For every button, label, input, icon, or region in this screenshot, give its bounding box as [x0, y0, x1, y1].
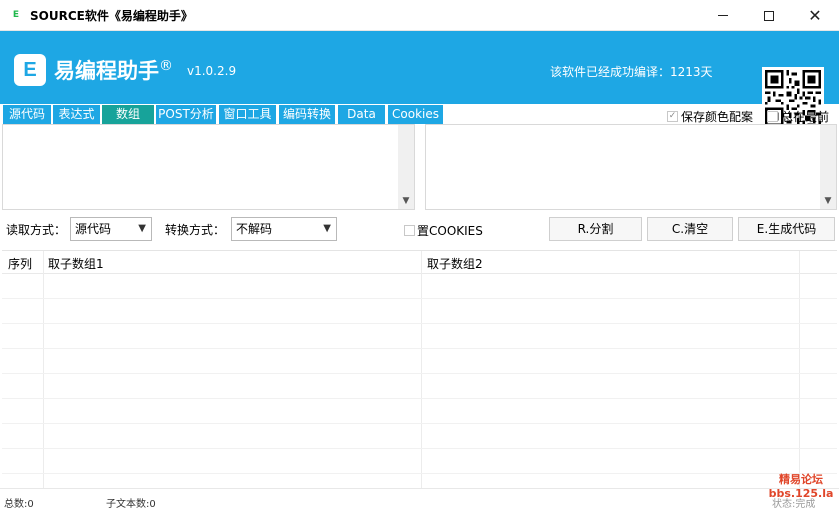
array-table[interactable]: 序列 取子数组1 取子数组2 [2, 250, 837, 489]
convert-mode-label: 转换方式： [165, 223, 226, 237]
read-mode-select[interactable]: 源代码 ▼ [70, 217, 152, 241]
tab-post-analysis[interactable]: POST分析 [156, 105, 216, 124]
column-header-index[interactable]: 序列 [8, 255, 32, 272]
watermark-line-1: 精易论坛 [779, 473, 823, 486]
checkbox-icon [404, 225, 415, 236]
registered-mark: ® [159, 58, 173, 74]
column-header-subarray-1[interactable]: 取子数组1 [48, 255, 104, 272]
read-mode-value: 源代码 [75, 222, 112, 236]
version-label: v1.0.2.9 [187, 64, 237, 78]
chevron-down-icon: ▼ [323, 223, 331, 234]
status-bar: 总数:0 子文本数:0 状态:完成 [0, 488, 839, 513]
table-row [2, 473, 837, 474]
tab-source-code[interactable]: 源代码 [3, 105, 51, 124]
app-header: E 易编程助手® v1.0.2.9 该软件已经成功编译：1213天 [0, 31, 839, 129]
read-mode-label: 读取方式： [6, 223, 67, 237]
convert-mode-select[interactable]: 不解码 ▼ [231, 217, 337, 241]
checkbox-icon [767, 111, 778, 122]
compile-info: 该软件已经成功编译：1213天 [550, 65, 713, 79]
table-row [2, 348, 837, 349]
scroll-down-icon[interactable]: ▼ [820, 196, 836, 206]
clear-button[interactable]: C.清空 [647, 217, 733, 241]
status-total: 总数:0 [4, 499, 34, 510]
close-icon: ✕ [808, 5, 822, 25]
status-sub-text-count: 子文本数:0 [106, 499, 156, 510]
app-icon: E [10, 9, 22, 21]
column-divider [43, 251, 44, 489]
column-divider [421, 251, 422, 489]
table-row [2, 298, 837, 299]
tab-data[interactable]: Data [338, 105, 385, 124]
source-textarea[interactable]: ▼ [2, 124, 415, 210]
brand-text: 易编程助手 [54, 59, 159, 83]
vertical-scrollbar[interactable]: ▼ [398, 125, 414, 209]
app-logo: E [14, 54, 46, 86]
set-cookies-checkbox[interactable]: 置COOKIES [404, 222, 483, 239]
maximize-button[interactable] [746, 0, 792, 31]
brand-name: 易编程助手® [54, 55, 173, 85]
save-color-scheme-label: 保存颜色配案 [681, 110, 754, 124]
maximize-icon [764, 10, 774, 21]
table-row [2, 323, 837, 324]
tab-cookies[interactable]: Cookies [388, 105, 443, 124]
tab-encoding-convert[interactable]: 编码转换 [279, 105, 335, 124]
column-divider [799, 251, 800, 489]
tab-window-tools[interactable]: 窗口工具 [219, 105, 276, 124]
window-title: SOURCE软件《易编程助手》 [30, 9, 193, 23]
forum-watermark: 精易论坛 bbs.125.la [766, 473, 836, 501]
generate-code-button[interactable]: E.生成代码 [738, 217, 835, 241]
tab-expression[interactable]: 表达式 [53, 105, 100, 124]
table-row [2, 398, 837, 399]
result-textarea[interactable]: ▼ [425, 124, 837, 210]
scroll-down-icon[interactable]: ▼ [398, 196, 414, 206]
close-button[interactable]: ✕ [792, 0, 838, 31]
save-color-scheme-checkbox[interactable]: ✓ 保存颜色配案 [667, 108, 753, 125]
checkbox-checked-icon: ✓ [667, 111, 678, 122]
watermark-line-2: bbs.125.la [768, 487, 834, 500]
table-row [2, 373, 837, 374]
minimize-icon [718, 15, 728, 16]
always-on-top-label: 总在最前 [781, 110, 830, 124]
table-row [2, 423, 837, 424]
minimize-button[interactable] [700, 0, 746, 31]
vertical-scrollbar[interactable]: ▼ [820, 125, 836, 209]
column-header-subarray-2[interactable]: 取子数组2 [427, 255, 483, 272]
always-on-top-checkbox[interactable]: 总在最前 [767, 108, 829, 125]
set-cookies-label: 置COOKIES [417, 224, 483, 238]
convert-mode-value: 不解码 [236, 222, 273, 236]
table-header: 序列 取子数组1 取子数组2 [2, 251, 837, 274]
title-bar: E SOURCE软件《易编程助手》 ✕ [0, 0, 839, 31]
tab-bar: 源代码 表达式 数组 POST分析 窗口工具 编码转换 Data Cookies… [0, 104, 839, 124]
table-row [2, 448, 837, 449]
split-button[interactable]: R.分割 [549, 217, 642, 241]
chevron-down-icon: ▼ [138, 223, 146, 234]
tab-array[interactable]: 数组 [102, 105, 154, 124]
